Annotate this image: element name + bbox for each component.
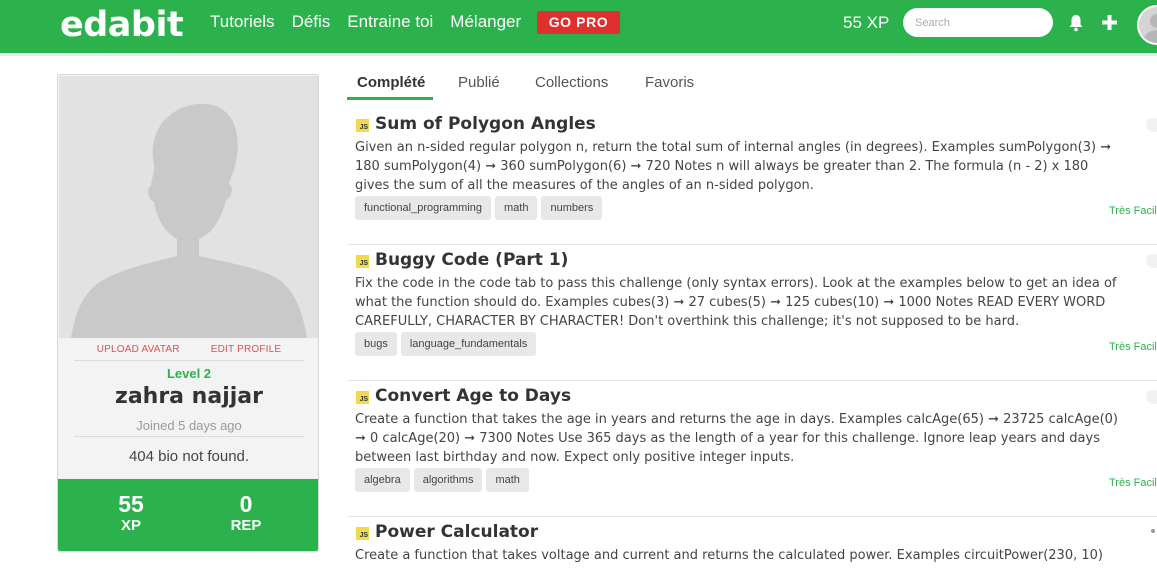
edabit-logo[interactable]: edabit — [60, 2, 184, 48]
challenge-title[interactable]: Sum of Polygon Angles — [375, 114, 596, 134]
tag[interactable]: algorithms — [413, 468, 483, 492]
difficulty-label: Très Facile — [1109, 205, 1157, 217]
rep-label: REP — [230, 517, 262, 534]
user-silhouette-icon — [1143, 14, 1157, 43]
tab-publie[interactable]: Publié — [458, 74, 500, 91]
javascript-language-icon: JS — [356, 391, 369, 404]
nav-link-entraine-toi[interactable]: Entraine toi — [347, 12, 433, 32]
tab-complete[interactable]: Complété — [357, 74, 425, 91]
divider — [74, 360, 304, 361]
tag[interactable]: math — [486, 468, 529, 492]
nav-link-tutoriels[interactable]: Tutoriels — [210, 12, 275, 32]
tab-collections[interactable]: Collections — [535, 74, 608, 91]
challenge-item[interactable]: JS Convert Age to Days Create a function… — [347, 380, 1157, 517]
challenge-item[interactable]: JS Sum of Polygon Angles Given an n-side… — [347, 108, 1157, 245]
nav-link-melanger[interactable]: Mélanger — [450, 12, 521, 32]
default-avatar-silhouette-icon — [59, 76, 318, 338]
scroll-handle[interactable] — [1146, 118, 1157, 132]
profile-avatar-placeholder — [59, 76, 318, 338]
divider — [74, 436, 304, 437]
challenge-title[interactable]: Buggy Code (Part 1) — [375, 250, 568, 270]
difficulty-label: Très Facile — [1109, 477, 1157, 489]
challenge-description: Create a function that takes voltage and… — [355, 548, 1103, 563]
rep-stat: 0 REP — [191, 491, 301, 535]
javascript-language-icon: JS — [356, 119, 369, 132]
user-level: Level 2 — [166, 366, 212, 381]
go-pro-button[interactable]: GO PRO — [537, 11, 620, 34]
xp-counter: 55 XP — [843, 13, 890, 32]
difficulty-label: Très Facile — [1109, 341, 1157, 353]
tag[interactable]: language_fundamentals — [400, 332, 537, 356]
challenge-item[interactable]: JS Power Calculator Create a function th… — [347, 516, 1157, 570]
tag[interactable]: algebra — [355, 468, 410, 492]
challenge-title[interactable]: Convert Age to Days — [375, 386, 571, 406]
challenge-description: Given an n-sided regular polygon n, retu… — [355, 140, 1112, 193]
challenge-tags: algebra algorithms math — [355, 468, 533, 492]
tab-favoris[interactable]: Favoris — [645, 74, 694, 91]
profile-actions: UPLOAD AVATAR EDIT PROFILE — [58, 344, 318, 355]
scroll-handle[interactable] — [1146, 254, 1157, 268]
challenge-tags: functional_programming math numbers — [355, 196, 606, 220]
top-navbar: edabit Tutoriels Défis Entraine toi Méla… — [0, 0, 1157, 56]
edit-profile-link[interactable]: EDIT PROFILE — [211, 344, 282, 355]
plus-icon[interactable] — [1101, 14, 1118, 31]
username: zahra najjar — [115, 384, 263, 409]
tag[interactable]: bugs — [355, 332, 397, 356]
xp-label: XP — [120, 517, 141, 534]
status-dot — [1151, 529, 1155, 533]
search-input[interactable] — [903, 8, 1053, 37]
challenge-description: Create a function that takes the age in … — [355, 412, 1119, 465]
challenge-description: Fix the code in the code tab to pass thi… — [355, 276, 1117, 329]
xp-stat: 55 XP — [76, 491, 186, 535]
challenge-tags: bugs language_fundamentals — [355, 332, 540, 356]
challenge-title[interactable]: Power Calculator — [375, 522, 538, 542]
nav-link-defis[interactable]: Défis — [292, 12, 331, 32]
main-nav: Tutoriels Défis Entraine toi Mélanger — [210, 12, 538, 32]
active-tab-indicator — [347, 97, 433, 100]
tag[interactable]: functional_programming — [355, 196, 492, 220]
tag[interactable]: numbers — [541, 196, 603, 220]
user-avatar-button[interactable] — [1137, 5, 1157, 45]
joined-date: Joined 5 days ago — [136, 418, 242, 433]
xp-value: 55 — [118, 491, 144, 517]
bell-icon[interactable] — [1068, 14, 1084, 32]
challenge-item[interactable]: JS Buggy Code (Part 1) Fix the code in t… — [347, 244, 1157, 381]
profile-stats: 55 XP 0 REP — [58, 479, 318, 551]
rep-value: 0 — [239, 491, 253, 517]
scroll-handle[interactable] — [1146, 390, 1157, 404]
javascript-language-icon: JS — [356, 255, 369, 268]
profile-card: UPLOAD AVATAR EDIT PROFILE Level 2 zahra… — [57, 74, 319, 552]
javascript-language-icon: JS — [356, 527, 369, 540]
user-bio: 404 bio not found. — [128, 448, 250, 465]
tag[interactable]: math — [495, 196, 538, 220]
upload-avatar-link[interactable]: UPLOAD AVATAR — [97, 344, 180, 355]
